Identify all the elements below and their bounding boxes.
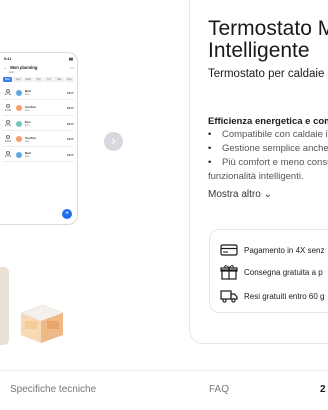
row-time: 18:00 xyxy=(3,135,13,143)
mode-icon xyxy=(16,151,22,158)
row-temp: 16.0° xyxy=(66,152,74,157)
features-heading: Efficienza energetica e comf xyxy=(208,116,328,127)
app-header: ← Mon planning ⋯ xyxy=(0,61,77,70)
phone-status-bar: 9:41 ▮▮ xyxy=(0,53,77,61)
bullet-icon: • xyxy=(208,129,212,140)
row-temp: 16.0° xyxy=(66,90,74,95)
day-tab[interactable]: Tue xyxy=(13,77,23,82)
row-label: Eco Eco xyxy=(25,120,31,127)
row-temp: 16.0° xyxy=(66,121,74,126)
row-time: 22:00 xyxy=(3,150,13,158)
chevron-down-icon: ⌄ xyxy=(263,189,272,200)
day-tab[interactable]: Wed xyxy=(23,77,33,82)
feature-item: • Compatibile con caldaie i xyxy=(208,129,328,140)
bullet-icon: • xyxy=(208,143,212,154)
clock-icon xyxy=(6,104,10,109)
product-title-line2: Intelligente xyxy=(208,39,310,62)
tab-technical-specs[interactable]: Specifiche tecniche xyxy=(10,384,96,395)
more-icon: ⋯ xyxy=(70,65,74,70)
gallery-next-button[interactable]: › xyxy=(104,132,123,151)
phone-time: 9:41 xyxy=(4,57,12,61)
credit-card-icon xyxy=(220,244,238,256)
benefit-returns: Resi gratuiti entro 60 g xyxy=(220,288,325,304)
day-tab[interactable]: Mon xyxy=(3,77,13,82)
bullet-icon: • xyxy=(208,157,212,168)
gallery-thumbnail[interactable] xyxy=(0,267,9,345)
day-tab[interactable]: Sun xyxy=(64,77,74,82)
row-temp: 19.0° xyxy=(66,106,74,110)
mode-icon xyxy=(16,89,22,96)
clock-icon xyxy=(6,135,10,140)
feature-tail: funzionalità intelligenti. xyxy=(208,171,304,182)
row-label: Noit Eco xyxy=(25,151,31,158)
add-icon: + xyxy=(62,209,72,219)
feature-item: • Più comfort e meno consu xyxy=(208,157,328,168)
row-label: Noit Eco xyxy=(25,89,31,96)
footer-divider xyxy=(0,370,328,371)
tab-number[interactable]: 2 xyxy=(320,384,326,395)
schedule-row[interactable]: 18:00 Confort Eco 19.0° xyxy=(3,133,74,147)
schedule-row[interactable]: 07:00 Confort Eco 19.0° xyxy=(3,102,74,116)
feature-item: • Gestione semplice anche c xyxy=(208,143,328,154)
gallery-thumbnail-product[interactable] xyxy=(17,299,67,347)
row-label: Confort Eco xyxy=(25,104,36,112)
truck-icon xyxy=(220,290,238,303)
row-time: 07:00 xyxy=(3,104,13,112)
schedule-list: 00:00 Noit Eco 16.0° 07:00 Confort Eco 19.0° 09:… xyxy=(0,84,77,166)
benefit-payment: Pagamento in 4X senz xyxy=(220,242,325,258)
show-more-link[interactable]: Mostra altro ⌄ xyxy=(208,189,272,200)
day-tabs: Mon Tue Wed Thu Fri Sat Sun xyxy=(0,74,77,84)
mode-icon xyxy=(16,136,22,142)
tab-faq[interactable]: FAQ xyxy=(209,384,229,395)
back-arrow-icon: ← xyxy=(3,65,8,70)
phone-screenshot[interactable]: 9:41 ▮▮ ← Mon planning ⋯ Edit Mon Tue Wed T… xyxy=(0,52,78,225)
row-time: 00:00 xyxy=(3,88,13,96)
day-tab[interactable]: Sat xyxy=(54,77,64,82)
mode-icon xyxy=(16,105,22,111)
features-list: • Compatibile con caldaie i • Gestione sem… xyxy=(208,128,328,184)
product-subtitle: Termostato per caldaie xyxy=(208,68,325,80)
battery-icon: ▮▮ xyxy=(69,57,73,61)
day-tab[interactable]: Fri xyxy=(44,77,54,82)
gift-icon xyxy=(220,265,238,280)
benefit-delivery: Consegna gratuita a p xyxy=(220,264,323,280)
row-temp: 19.0° xyxy=(66,137,74,141)
mode-icon xyxy=(16,120,22,127)
schedule-row[interactable]: 00:00 Noit Eco 16.0° xyxy=(3,86,74,100)
schedule-row[interactable]: 09:00 Eco Eco 16.0° xyxy=(3,117,74,131)
row-time: 09:00 xyxy=(3,119,13,127)
product-title-line1: Termostato M xyxy=(208,17,328,40)
row-label: Confort Eco xyxy=(25,135,36,143)
schedule-row[interactable]: 22:00 Noit Eco 16.0° xyxy=(3,148,74,162)
app-title: Mon planning xyxy=(10,65,38,70)
product-page: 9:41 ▮▮ ← Mon planning ⋯ Edit Mon Tue Wed T… xyxy=(0,0,328,410)
product-title: Termostato M Intelligente xyxy=(208,18,328,62)
day-tab[interactable]: Thu xyxy=(33,77,44,82)
